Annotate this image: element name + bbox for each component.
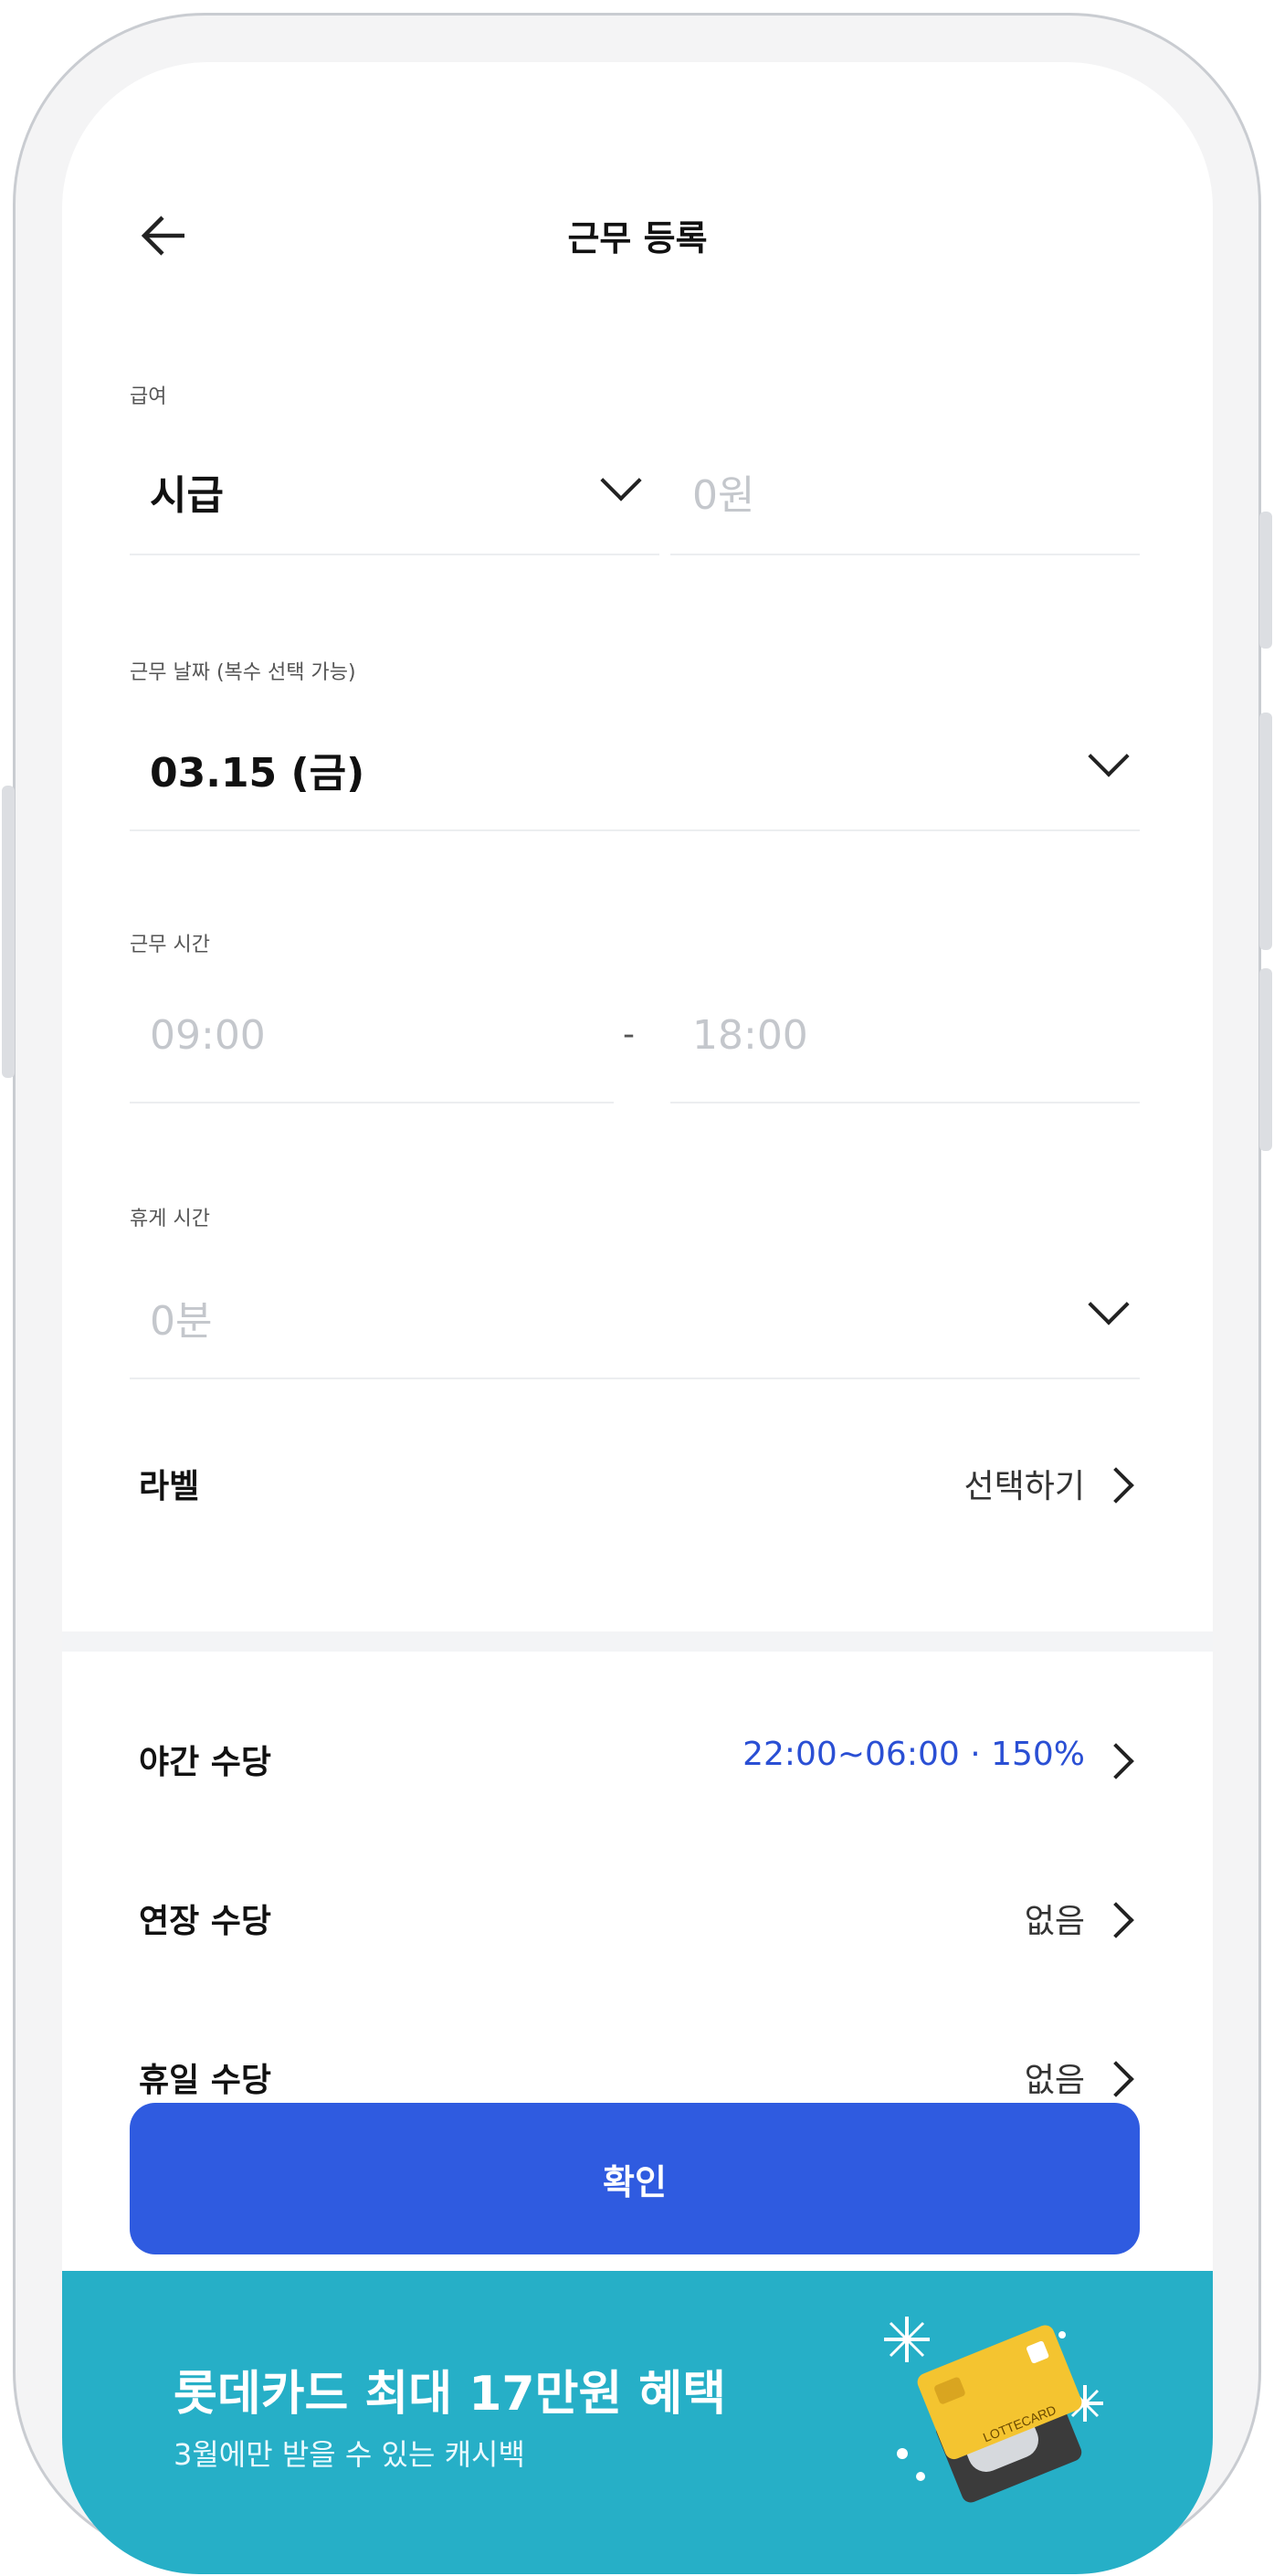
break-time-label: 휴게 시간	[130, 1208, 210, 1230]
pay-label: 급여	[130, 385, 167, 408]
date-select[interactable]: 03.15 (금)	[130, 729, 1140, 811]
chevron-down-icon	[1088, 735, 1130, 777]
page-title: 근무 등록	[567, 218, 708, 259]
label-row-value: 선택하기	[963, 1468, 1085, 1505]
pay-type-select[interactable]: 시급	[130, 453, 659, 535]
allowance-value: 없음	[1024, 1903, 1085, 1940]
chevron-right-icon	[1098, 1743, 1134, 1779]
promo-banner[interactable]: 롯데카드 최대 17만원 혜택 3월에만 받을 수 있는 캐시백 LOTTECA…	[62, 2271, 1213, 2574]
date-value: 03.15 (금)	[150, 750, 365, 797]
divider	[670, 1102, 1140, 1103]
break-time-value: 0분	[150, 1298, 213, 1345]
chevron-down-icon	[1088, 1283, 1130, 1325]
allowance-value: 22:00~06:00 · 150%	[742, 1736, 1085, 1773]
side-button	[1259, 713, 1272, 950]
divider	[130, 1378, 1140, 1379]
chevron-right-icon	[1098, 2061, 1134, 2097]
pay-amount-input[interactable]: 0원	[692, 462, 1140, 521]
allowance-label: 연장 수당	[139, 1903, 272, 1940]
card-illustration: LOTTECARD	[884, 2317, 1103, 2503]
divider	[670, 554, 1140, 555]
banner-title: 롯데카드 최대 17만원 혜택	[174, 2367, 727, 2422]
label-row-title: 라벨	[139, 1468, 200, 1505]
divider	[130, 829, 1140, 831]
chevron-right-icon	[1098, 1902, 1134, 1938]
side-button	[1259, 968, 1272, 1151]
allowance-label: 야간 수당	[139, 1744, 272, 1781]
chevron-right-icon	[1098, 1467, 1134, 1504]
allowance-row-night[interactable]: 야간 수당 22:00~06:00 · 150%	[130, 1717, 1140, 1800]
side-button	[1259, 512, 1272, 649]
allowance-row-overtime[interactable]: 연장 수당 없음	[130, 1876, 1140, 1958]
chevron-down-icon	[600, 459, 642, 501]
break-time-select[interactable]: 0분	[130, 1277, 1140, 1359]
confirm-button[interactable]: 확인	[130, 2103, 1140, 2254]
divider	[130, 554, 659, 555]
work-time-label: 근무 시간	[130, 934, 210, 956]
date-label: 근무 날짜 (복수 선택 가능)	[130, 661, 356, 684]
end-time-input[interactable]: 18:00	[692, 1012, 1140, 1059]
divider	[130, 1102, 614, 1103]
allowance-value: 없음	[1024, 2062, 1085, 2099]
sparkle-icon	[884, 2317, 930, 2362]
label-row[interactable]: 라벨 선택하기	[130, 1441, 1140, 1524]
section-divider	[62, 1631, 1213, 1652]
banner-subtitle: 3월에만 받을 수 있는 캐시백	[174, 2437, 525, 2472]
start-time-input[interactable]: 09:00	[150, 1012, 606, 1059]
allowance-label: 휴일 수당	[139, 2062, 272, 2099]
time-separator: -	[623, 1016, 635, 1053]
pay-type-value: 시급	[150, 472, 224, 519]
app-screen: 근무 등록 급여 시급 0원 근무 날짜 (복수 선택 가능) 03.15 (금…	[62, 62, 1213, 2574]
side-button	[2, 786, 15, 1078]
